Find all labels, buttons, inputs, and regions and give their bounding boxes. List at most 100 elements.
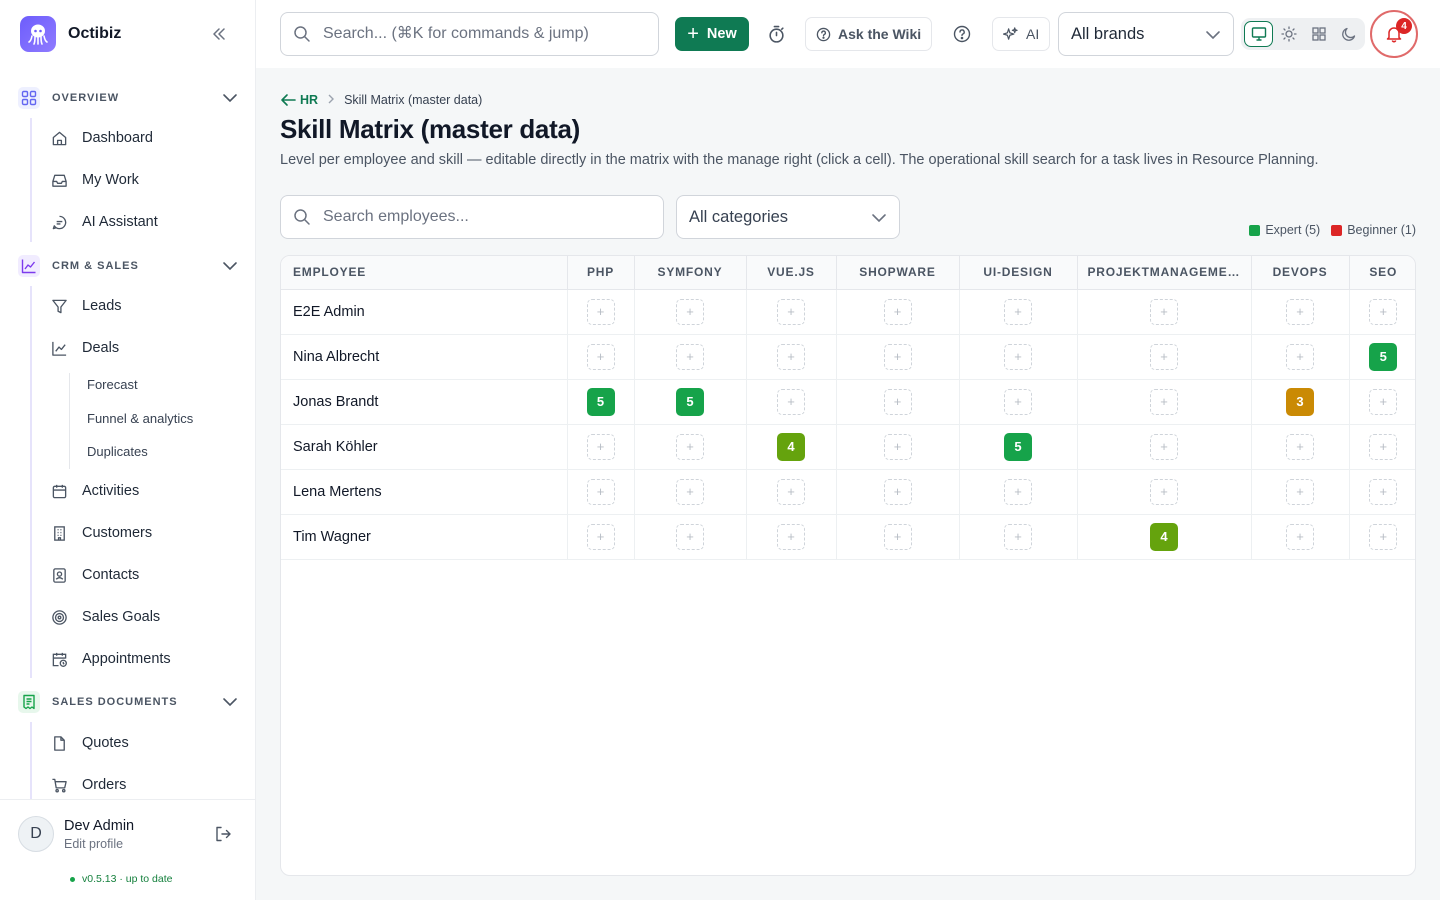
sidebar-item-appointments[interactable]: Appointments: [50, 645, 171, 673]
add-level-button[interactable]: +: [1369, 433, 1398, 460]
sidebar: Octibiz OVERVIEW Dashboard My Work AI As…: [0, 0, 256, 900]
add-level-button[interactable]: +: [1286, 433, 1314, 460]
ask-wiki-button[interactable]: Ask the Wiki: [805, 17, 932, 51]
add-level-button[interactable]: +: [777, 523, 805, 550]
sidebar-item-customers[interactable]: Customers: [50, 519, 152, 547]
user-name[interactable]: Dev Admin: [64, 818, 134, 834]
add-level-button[interactable]: +: [1150, 298, 1178, 325]
sidebar-subitem-funnel[interactable]: Funnel & analytics: [87, 411, 193, 426]
skill-level-badge[interactable]: 4: [1150, 522, 1178, 551]
notifications-button[interactable]: 4: [1370, 10, 1418, 58]
section-overview[interactable]: OVERVIEW: [18, 86, 240, 110]
add-level-button[interactable]: +: [586, 433, 615, 460]
logout-icon[interactable]: [214, 825, 232, 846]
add-level-button[interactable]: +: [883, 388, 912, 415]
sidebar-item-deals[interactable]: Deals: [50, 334, 119, 362]
brand-select[interactable]: All brands: [1058, 12, 1234, 56]
section-sales-documents[interactable]: SALES DOCUMENTS: [18, 690, 240, 714]
skill-level-badge[interactable]: 5: [1369, 342, 1398, 371]
add-level-button[interactable]: +: [586, 523, 615, 550]
topbar: + New Ask the Wiki AI All brands 4: [256, 0, 1440, 68]
layout-grid-icon[interactable]: [1304, 21, 1333, 47]
sun-icon[interactable]: [1274, 21, 1303, 47]
ai-button[interactable]: AI: [992, 17, 1050, 51]
global-search[interactable]: [280, 12, 659, 56]
skill-level-badge[interactable]: 5: [676, 387, 704, 416]
add-level-button[interactable]: +: [777, 388, 805, 415]
breadcrumb-parent[interactable]: HR: [280, 93, 318, 107]
add-level-button[interactable]: +: [883, 433, 912, 460]
add-level-button[interactable]: +: [883, 478, 912, 505]
sidebar-item-ai-assistant[interactable]: AI Assistant: [50, 208, 158, 236]
global-search-input[interactable]: [323, 25, 623, 43]
sidebar-item-leads[interactable]: Leads: [50, 292, 122, 320]
sidebar-item-sales-goals[interactable]: Sales Goals: [50, 603, 160, 631]
add-level-button[interactable]: +: [883, 343, 912, 370]
add-level-button[interactable]: +: [586, 298, 615, 325]
sidebar-subitem-duplicates[interactable]: Duplicates: [87, 444, 148, 459]
employee-search-input[interactable]: [323, 208, 623, 226]
sidebar-item-orders[interactable]: Orders: [50, 771, 126, 799]
add-level-button[interactable]: +: [1004, 388, 1032, 415]
column-header-skill[interactable]: SHOPWARE: [836, 256, 960, 290]
column-header-skill[interactable]: SEO: [1349, 256, 1415, 290]
add-level-button[interactable]: +: [1150, 478, 1178, 505]
add-level-button[interactable]: +: [1286, 478, 1314, 505]
add-level-button[interactable]: +: [1004, 478, 1032, 505]
add-level-button[interactable]: +: [676, 478, 704, 505]
sidebar-subitem-forecast[interactable]: Forecast: [87, 377, 138, 392]
skill-level-badge[interactable]: 4: [777, 432, 805, 461]
employee-search[interactable]: [280, 195, 664, 239]
add-level-button[interactable]: +: [1369, 298, 1398, 325]
add-level-button[interactable]: +: [1150, 343, 1178, 370]
add-level-button[interactable]: +: [676, 343, 704, 370]
add-level-button[interactable]: +: [1150, 433, 1178, 460]
sidebar-item-my-work[interactable]: My Work: [50, 166, 139, 194]
add-level-button[interactable]: +: [1286, 298, 1314, 325]
sidebar-item-quotes[interactable]: Quotes: [50, 729, 129, 757]
monitor-icon[interactable]: [1244, 21, 1273, 47]
add-level-button[interactable]: +: [1369, 478, 1398, 505]
add-level-button[interactable]: +: [586, 478, 615, 505]
section-crm-sales[interactable]: CRM & SALES: [18, 254, 240, 278]
add-level-button[interactable]: +: [676, 433, 704, 460]
sidebar-item-dashboard[interactable]: Dashboard: [50, 124, 153, 152]
add-level-button[interactable]: +: [883, 523, 912, 550]
moon-icon[interactable]: [1334, 21, 1363, 47]
skill-level-badge[interactable]: 5: [1004, 432, 1032, 461]
avatar[interactable]: D: [18, 816, 54, 852]
add-level-button[interactable]: +: [777, 298, 805, 325]
add-level-button[interactable]: +: [1369, 388, 1398, 415]
sidebar-item-activities[interactable]: Activities: [50, 477, 139, 505]
category-select[interactable]: All categories: [676, 195, 900, 239]
add-level-button[interactable]: +: [586, 343, 615, 370]
skill-level-badge[interactable]: 5: [586, 387, 615, 416]
add-level-button[interactable]: +: [777, 343, 805, 370]
edit-profile-link[interactable]: Edit profile: [64, 837, 123, 851]
add-level-button[interactable]: +: [1004, 343, 1032, 370]
add-level-button[interactable]: +: [676, 298, 704, 325]
collapse-sidebar-icon[interactable]: [208, 24, 230, 44]
add-level-button[interactable]: +: [1286, 523, 1314, 550]
add-level-button[interactable]: +: [1150, 388, 1178, 415]
skill-level-badge[interactable]: 3: [1286, 387, 1314, 416]
column-header-skill[interactable]: PHP: [567, 256, 635, 290]
column-header-employee[interactable]: EMPLOYEE: [281, 256, 568, 290]
add-level-button[interactable]: +: [1286, 343, 1314, 370]
column-header-skill[interactable]: PROJEKTMANAGEMENT: [1077, 256, 1252, 290]
column-header-skill[interactable]: VUE.JS: [746, 256, 837, 290]
timer-icon[interactable]: [761, 19, 791, 49]
brand[interactable]: Octibiz: [20, 16, 121, 52]
add-level-button[interactable]: +: [777, 478, 805, 505]
new-button[interactable]: + New: [675, 17, 749, 51]
add-level-button[interactable]: +: [1004, 298, 1032, 325]
column-header-skill[interactable]: SYMFONY: [634, 256, 747, 290]
add-level-button[interactable]: +: [883, 298, 912, 325]
add-level-button[interactable]: +: [676, 523, 704, 550]
add-level-button[interactable]: +: [1369, 523, 1398, 550]
column-header-skill[interactable]: UI-DESIGN: [959, 256, 1078, 290]
sidebar-item-contacts[interactable]: Contacts: [50, 561, 139, 589]
add-level-button[interactable]: +: [1004, 523, 1032, 550]
column-header-skill[interactable]: DEVOPS: [1251, 256, 1350, 290]
help-icon[interactable]: [947, 19, 977, 49]
